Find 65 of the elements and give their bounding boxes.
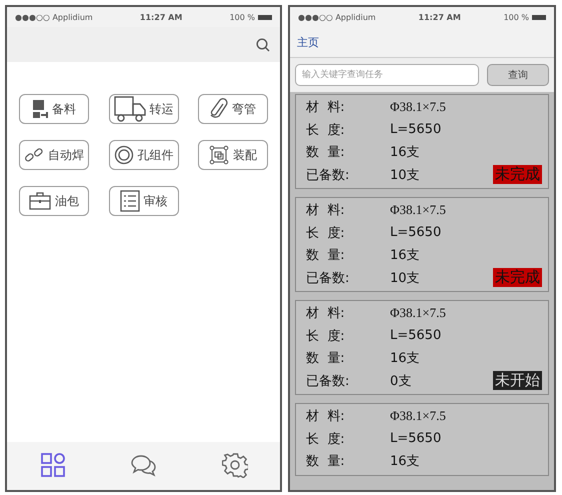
field-label: 长 度: <box>306 224 346 242</box>
field-value: 10支 <box>389 166 420 184</box>
field-value: L=5650 <box>389 328 442 344</box>
field-label: 长 度: <box>306 328 346 345</box>
paperclip-icon <box>210 98 228 120</box>
menu-button[interactable]: 油包 <box>19 186 89 216</box>
time-text: 11:27 AM <box>140 12 182 22</box>
link-icon <box>24 147 44 163</box>
field-label: 材 料: <box>306 305 346 322</box>
search-icon[interactable] <box>256 38 270 52</box>
field-value: Φ38.1×7.5 <box>389 305 446 322</box>
field-value: 16支 <box>389 144 420 162</box>
menu-button[interactable]: 弯管 <box>198 94 268 124</box>
field-value: Φ38.1×7.5 <box>389 202 446 218</box>
field-value: 16支 <box>389 350 420 368</box>
field-label: 材 料: <box>306 408 346 426</box>
field-value: L=5650 <box>389 431 442 446</box>
disc-icon <box>114 145 134 165</box>
field-value: 10支 <box>389 270 420 287</box>
field-value: 16支 <box>389 247 420 264</box>
carrier-text: ●●●○○ Applidium <box>15 12 93 22</box>
field-label: 材 料: <box>306 99 346 116</box>
search-field[interactable]: 输入关键字查询任务 <box>295 64 479 86</box>
task-card[interactable]: 材 料: Φ38.1×7.5 长 度: L=5650 数 量: 16支 已备数: 0支 未开始 <box>295 300 549 395</box>
search-button[interactable]: 查询 <box>487 64 549 86</box>
battery-icon <box>532 14 546 20</box>
frame-icon <box>209 145 229 165</box>
task-card[interactable]: 材 料: Φ38.1×7.5 长 度: L=5650 数 量: 16支 已备数: 10支 未完成 <box>295 197 549 292</box>
list-icon <box>120 190 140 212</box>
menu-button[interactable]: 装配 <box>198 140 268 170</box>
blocks-icon <box>32 99 48 119</box>
field-label: 材 料: <box>306 202 346 220</box>
menu-button[interactable]: 审核 <box>108 186 178 216</box>
field-label: 数 量: <box>306 144 346 162</box>
menu-button[interactable]: 备料 <box>19 94 89 124</box>
status-badge: 未开始 <box>493 371 542 390</box>
home-link[interactable]: 主页 <box>297 34 319 50</box>
field-label: 数 量: <box>306 453 346 470</box>
field-label: 长 度: <box>306 122 346 139</box>
field-value: Φ38.1×7.5 <box>389 408 446 424</box>
task-card[interactable]: 材 料: Φ38.1×7.5 长 度: L=5650 数 量: 16支 <box>295 403 549 476</box>
field-label: 已备数: <box>306 270 350 287</box>
field-label: 数 量: <box>306 247 346 264</box>
menu-button[interactable]: 转运 <box>108 94 178 124</box>
carrier-text: ●●●○○ Applidium <box>298 12 376 22</box>
field-value: L=5650 <box>389 122 442 138</box>
field-value: Φ38.1×7.5 <box>389 99 446 116</box>
briefcase-icon <box>29 192 51 210</box>
field-label: 已备数: <box>306 166 350 184</box>
status-badge: 未完成 <box>493 165 542 184</box>
battery-icon <box>258 14 272 20</box>
battery-text: 100 % <box>230 12 255 22</box>
task-card[interactable]: 材 料: Φ38.1×7.5 长 度: L=5650 数 量: 16支 已备数: 10支 未完成 <box>295 94 549 189</box>
field-label: 数 量: <box>306 350 346 368</box>
field-value: 16支 <box>389 453 420 470</box>
battery-text: 100 % <box>504 12 529 22</box>
time-text: 11:27 AM <box>418 12 461 22</box>
menu-button[interactable]: 孔组件 <box>108 140 178 170</box>
truck-icon <box>114 96 146 122</box>
status-badge: 未完成 <box>493 268 542 287</box>
field-value: 0支 <box>389 372 412 390</box>
field-label: 长 度: <box>306 430 346 448</box>
menu-button[interactable]: 自动焊 <box>19 140 89 170</box>
field-label: 已备数: <box>306 372 350 390</box>
field-value: L=5650 <box>389 225 442 240</box>
